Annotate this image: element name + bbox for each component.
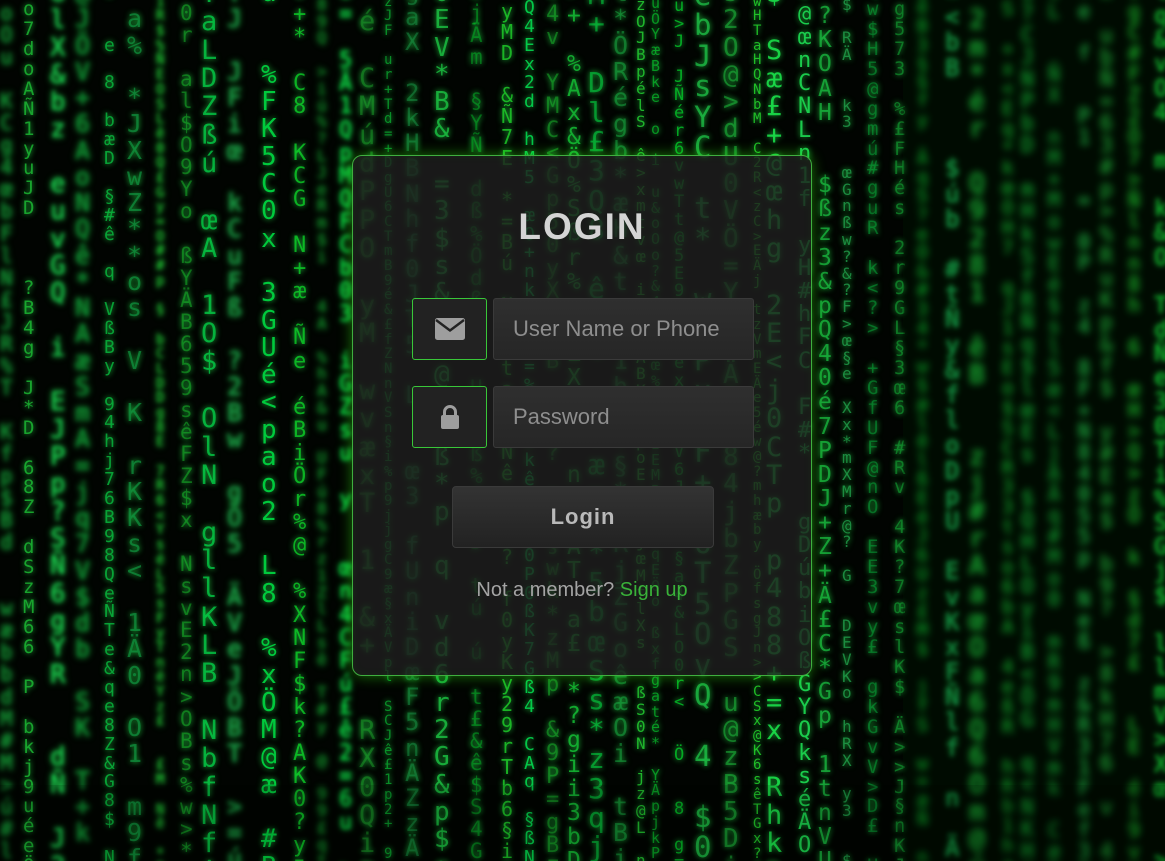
rain-column: Y a L D Z ß ú œ A 1 O $ O l N g l l K L …	[201, 0, 218, 861]
rain-column: = 0 r a l $ O 9 Y o ß Y Ä B 6 5 9 s ê F …	[180, 0, 193, 861]
signup-line: Not a member? Sign up	[353, 579, 811, 602]
rain-column: 0 + * C 8 K C G N + æ Ñ e é B i Ö r % @ …	[293, 0, 307, 861]
rain-column: u 1 R $ % Ñ E O S L ê 0 Q £ G y = O # # …	[156, 0, 165, 861]
login-button[interactable]: Login	[452, 486, 714, 548]
lock-icon-box	[412, 386, 487, 448]
login-card: LOGIN Login Not a member? Sign up	[352, 155, 812, 676]
login-title: LOGIN	[518, 206, 646, 247]
rain-column: u % F K 5 C 0 x 3 G U é < p a o 2 L 8 % …	[261, 0, 277, 861]
rain-column: œ 8 9 Q > i ú % ? L J e R m $ i 4 A % h …	[317, 0, 327, 861]
password-input[interactable]	[493, 386, 754, 448]
rain-column: g e 8 b æ D § # ê q V ß B y 9 4 h j 7 6 …	[104, 34, 115, 861]
background-shade-bottom	[0, 785, 1165, 861]
rain-column: 6 l X & b z e u v G Q i E J P p ? S Ñ 6 …	[50, 0, 66, 861]
rain-column: 8 = 5 Ä 1 Q p M Q F C b 0 3 i G Z s u y …	[339, 0, 353, 861]
lock-icon	[440, 405, 459, 429]
rain-column: 0 o 7 d o A Ñ 1 y u J D ? B 4 g J * D 6 …	[23, 0, 35, 861]
rain-column: T J J F i œ k C u F ß ? 2 B w g Ö 5 Ä V …	[227, 0, 243, 861]
rain-column: o O u K C g 4 œ b F l N £ J R % T K f p …	[0, 1, 13, 861]
rain-column: a % * J X w Z * * o s V K r K K s < 1 Ä …	[127, 4, 143, 861]
envelope-icon-box	[412, 298, 487, 360]
rain-column: @ J Ö V + 6 A o N Q ê * N A æ S m A = j …	[75, 0, 91, 847]
rain-column: q w $ H 5 @ g m ú # g u R k < ? > + G f …	[867, 0, 879, 861]
signup-prompt: Not a member?	[476, 579, 615, 601]
signup-link[interactable]: Sign up	[620, 579, 688, 601]
username-row	[412, 298, 754, 360]
password-row	[412, 386, 754, 448]
username-input[interactable]	[493, 298, 754, 360]
background-shade	[903, 0, 1165, 861]
rain-column: y $ R Ä k 3 œ G n ß w ? & ? F > œ § e X …	[842, 0, 852, 861]
login-page: o O u K C g 4 œ b F l N £ J R % T K f p …	[0, 0, 1165, 861]
rain-column: ? K O A H $ ß z 3 & p Q 4 0 é 7 P D J + …	[818, 3, 832, 861]
envelope-icon	[434, 318, 465, 340]
